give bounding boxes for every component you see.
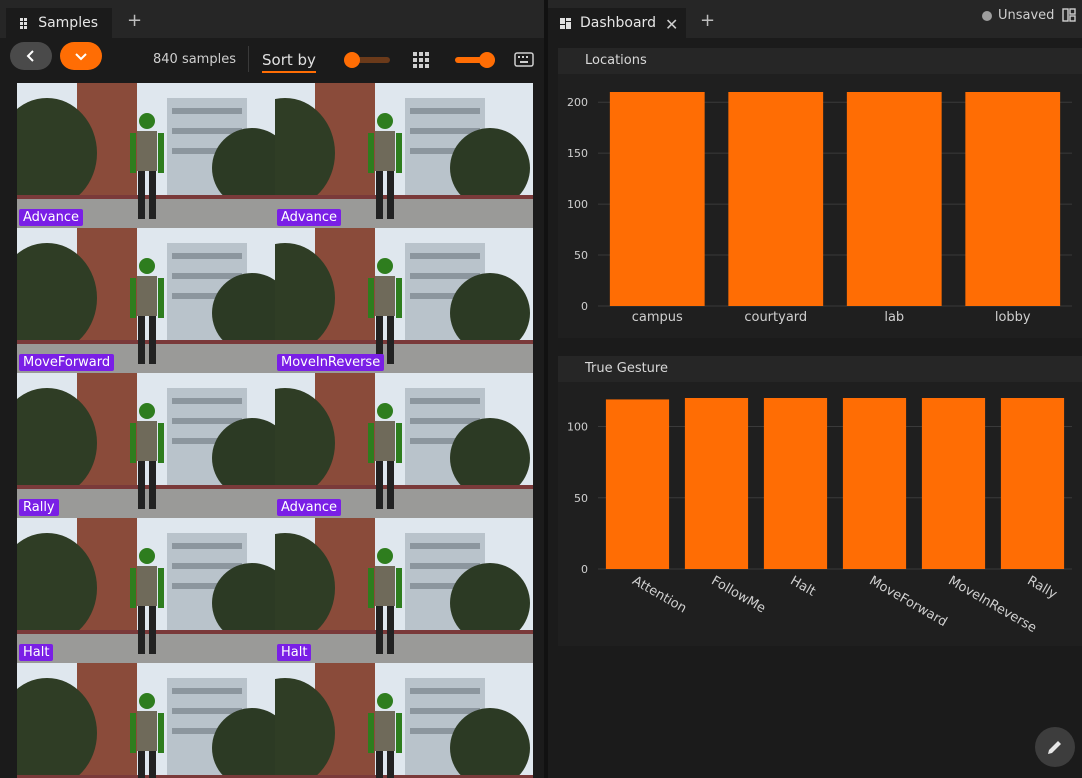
sample-thumbnail[interactable]: Rally: [17, 373, 275, 518]
sample-thumbnail[interactable]: MoveForward: [17, 228, 275, 373]
true-gesture-chart: 0 50 100 Attention FollowMe Halt MoveForwardMo…: [567, 398, 1072, 636]
dashboard-tabbar: Dashboard ✕ + Unsaved: [548, 0, 1082, 38]
app-window: Samples + 840 samples Sort by Advance Ad…: [0, 0, 1082, 778]
expand-button[interactable]: [60, 42, 102, 70]
bar: [846, 92, 942, 306]
sample-count: 840 samples: [153, 52, 236, 67]
gesture-label: Halt: [19, 644, 54, 661]
save-status: Unsaved: [982, 8, 1054, 23]
y-tick-label: 50: [574, 249, 588, 262]
gesture-label: Advance: [277, 499, 341, 516]
tab-samples[interactable]: Samples: [6, 8, 112, 38]
pencil-icon: [1048, 741, 1061, 754]
gesture-label: Rally: [19, 499, 59, 516]
bar: [763, 398, 828, 569]
chart-panel-true-gesture: True Gesture 0 50 100 Attention FollowMe Halt…: [558, 356, 1082, 646]
chart-panel-locations: Locations 0 50 100 150 200 campus courtyard lab…: [558, 48, 1082, 338]
y-tick-label: 100: [567, 198, 588, 211]
chart-title: True Gesture: [558, 356, 1082, 382]
sample-image: [17, 228, 275, 373]
add-tab-button[interactable]: +: [127, 10, 142, 31]
layout-icon[interactable]: [1062, 8, 1076, 22]
sample-thumbnail[interactable]: Advance: [17, 83, 275, 228]
dashboard-panel: Dashboard ✕ + Unsaved Locations 0 50 100 15…: [548, 0, 1082, 778]
x-tick-label: MoveForward: [867, 573, 950, 630]
sample-image: [275, 83, 533, 228]
sample-image: [17, 663, 275, 778]
sample-thumbnail[interactable]: Advance: [275, 83, 533, 228]
tab-samples-label: Samples: [38, 15, 98, 31]
back-button[interactable]: [10, 42, 52, 70]
x-tick-label: Rally: [1025, 573, 1060, 602]
sample-image: [17, 373, 275, 518]
bar: [728, 92, 824, 306]
locations-chart: 0 50 100 150 200 campus courtyard lab lobby: [567, 92, 1072, 325]
dashboard-icon: [560, 17, 571, 29]
samples-panel: Samples + 840 samples Sort by Advance Ad…: [0, 0, 544, 778]
bar: [842, 398, 907, 569]
y-tick-label: 100: [567, 421, 588, 434]
y-tick-label: 150: [567, 147, 588, 160]
samples-tabbar: Samples +: [0, 0, 544, 38]
sort-by-button[interactable]: Sort by: [262, 51, 316, 73]
gesture-label: MoveInReverse: [277, 354, 385, 371]
sample-image: [17, 83, 275, 228]
x-tick-label: MoveInReverse: [946, 573, 1039, 636]
x-tick-label: campus: [632, 310, 683, 325]
sample-image: [275, 228, 533, 373]
x-tick-label: Halt: [788, 573, 818, 599]
y-tick-label: 0: [581, 563, 588, 576]
gesture-label: Halt: [277, 644, 312, 661]
chevron-left-icon: [26, 50, 34, 62]
gesture-label: MoveForward: [19, 354, 115, 371]
sample-image: [17, 518, 275, 663]
samples-toolbar: 840 samples Sort by: [0, 38, 544, 80]
zoom-slider-knob[interactable]: [344, 52, 360, 68]
sample-thumbnail[interactable]: Advance: [275, 373, 533, 518]
bar: [605, 399, 670, 569]
toolbar-divider: [248, 46, 249, 72]
grid-icon: [20, 17, 29, 29]
sample-thumbnail[interactable]: MoveInReverse: [275, 228, 533, 373]
x-tick-label: courtyard: [744, 310, 807, 325]
sample-grid: Advance Advance MoveForward MoveInReverse Ra…: [17, 83, 533, 778]
sample-thumbnail[interactable]: [17, 663, 275, 778]
zoom-slider[interactable]: [344, 52, 390, 68]
grid-size-slider[interactable]: [455, 52, 495, 68]
y-tick-label: 0: [581, 300, 588, 313]
sample-image: [275, 518, 533, 663]
close-tab-icon[interactable]: ✕: [665, 15, 678, 34]
edit-button[interactable]: [1035, 727, 1075, 767]
gesture-label: Advance: [277, 209, 341, 226]
add-tab-button[interactable]: +: [700, 10, 715, 31]
sample-thumbnail[interactable]: Halt: [275, 518, 533, 663]
bar: [921, 398, 986, 569]
bar: [965, 92, 1061, 306]
y-tick-label: 200: [567, 96, 588, 109]
grid-view-icon[interactable]: [413, 52, 429, 68]
bar: [1000, 398, 1065, 569]
bar: [609, 92, 705, 306]
chevron-down-icon: [75, 53, 87, 61]
sample-image: [275, 373, 533, 518]
sample-image: [275, 663, 533, 778]
gesture-label: Advance: [19, 209, 83, 226]
sample-thumbnail[interactable]: Halt: [17, 518, 275, 663]
chart-title: Locations: [558, 48, 1082, 74]
tab-dashboard-label: Dashboard: [580, 15, 656, 31]
save-status-label: Unsaved: [998, 8, 1055, 23]
keyboard-icon[interactable]: [514, 52, 534, 67]
x-tick-label: lab: [884, 310, 904, 325]
y-tick-label: 50: [574, 492, 588, 505]
x-tick-label: FollowMe: [709, 573, 768, 616]
grid-size-slider-knob[interactable]: [479, 52, 495, 68]
status-dot: [982, 10, 992, 21]
bar: [684, 398, 749, 569]
x-tick-label: Attention: [630, 573, 689, 616]
sample-thumbnail[interactable]: [275, 663, 533, 778]
x-tick-label: lobby: [995, 310, 1031, 325]
